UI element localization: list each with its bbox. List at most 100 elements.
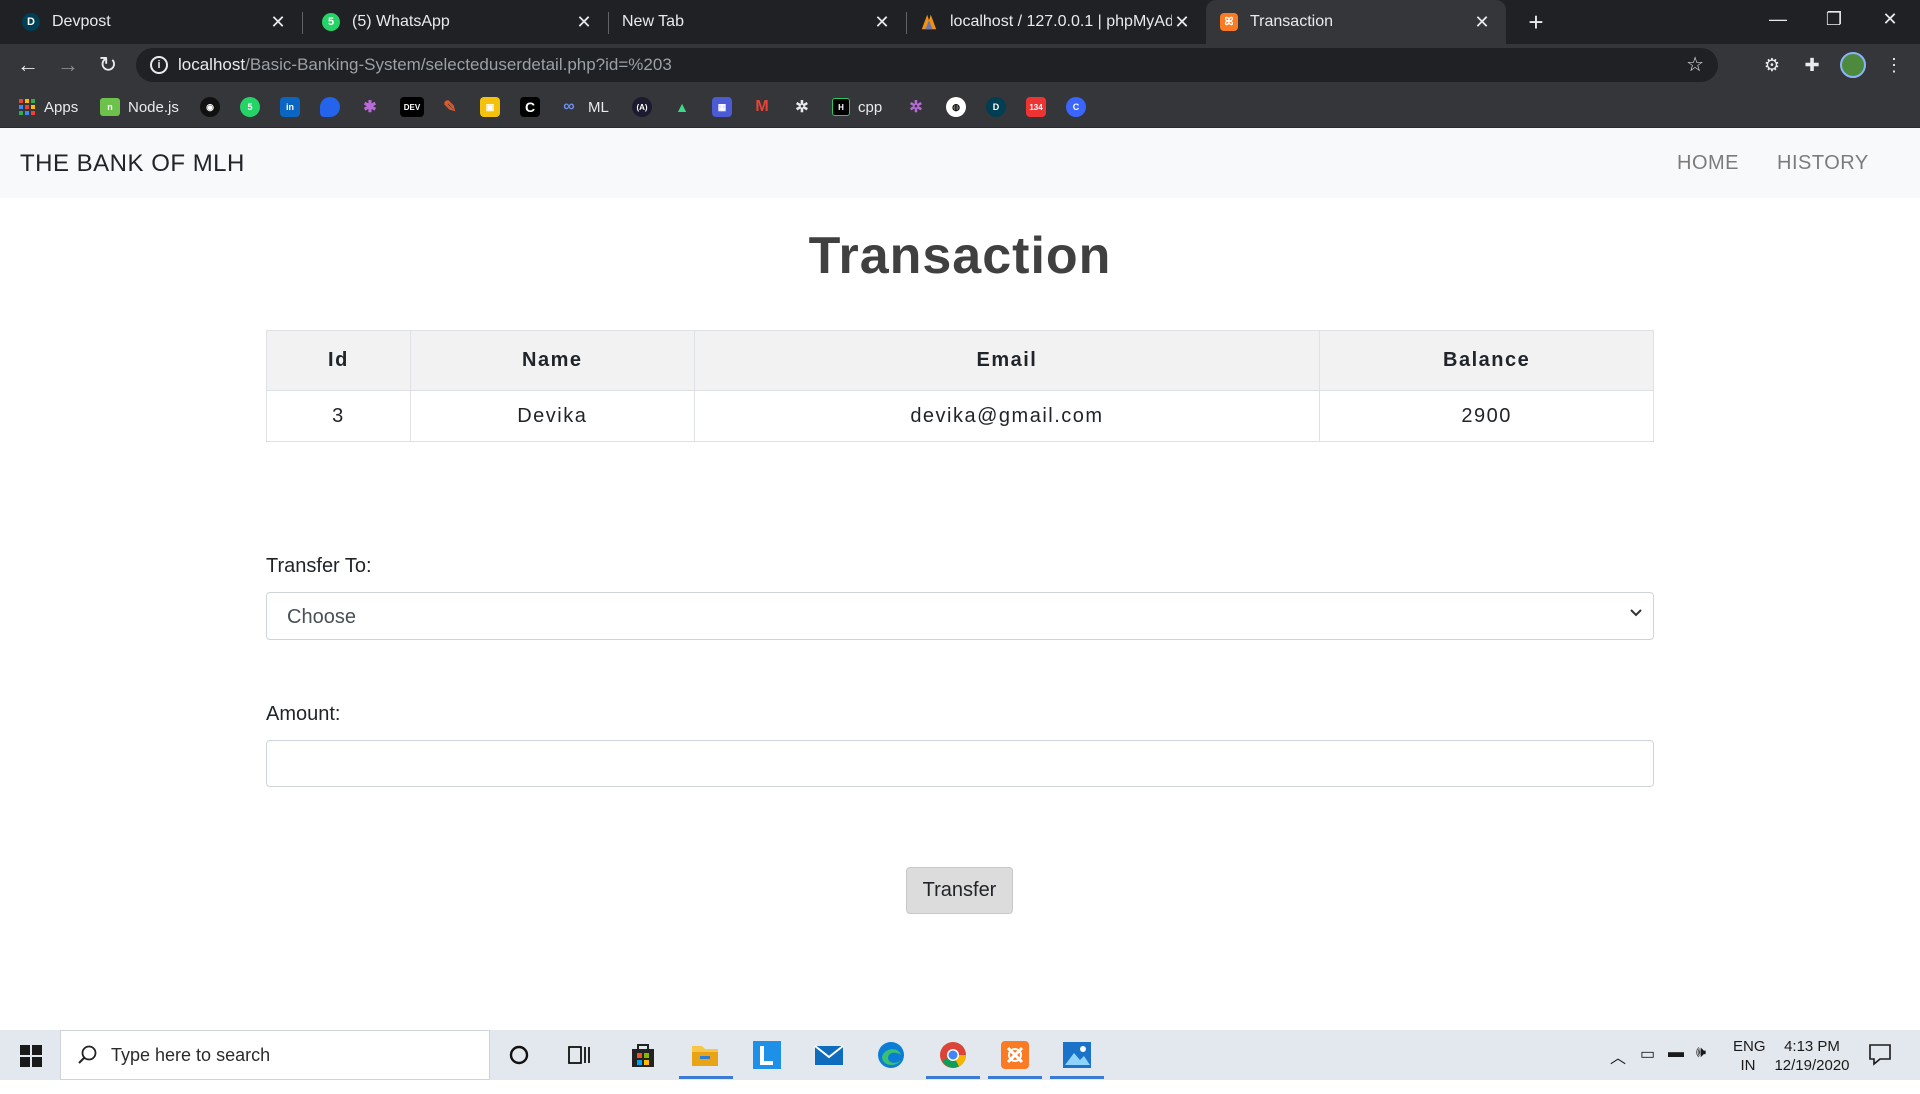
reload-icon[interactable]: ↻ [94, 51, 122, 79]
tab-title: (5) WhatsApp [352, 13, 450, 30]
edge-icon[interactable] [874, 1038, 908, 1072]
dev-to-icon[interactable]: DEV [400, 97, 424, 117]
close-icon[interactable]: ✕ [268, 12, 288, 33]
slack-icon[interactable]: ✲ [792, 97, 812, 117]
mail-icon[interactable] [812, 1038, 846, 1072]
bookmark-label: ML [588, 98, 609, 116]
close-icon[interactable]: ✕ [1172, 12, 1192, 33]
battery-icon[interactable]: ▬ [1668, 1044, 1684, 1094]
site-info-icon[interactable]: i [150, 56, 168, 74]
search-icon [78, 1045, 97, 1064]
taskbar-search-box[interactable]: Type here to search [60, 1030, 490, 1080]
forward-arrow-icon[interactable]: → [54, 51, 82, 79]
notification-134-icon[interactable]: 134 [1026, 97, 1046, 117]
bookmark-label: cpp [858, 98, 883, 116]
l-app-icon[interactable] [750, 1038, 784, 1072]
slides-icon[interactable]: ▣ [480, 97, 500, 117]
lang-line-2: IN [1740, 1057, 1756, 1074]
url-text[interactable]: localhost/Basic-Banking-System/selectedu… [178, 55, 672, 75]
new-tab-button[interactable]: + [1520, 6, 1552, 38]
c-circle-icon[interactable]: C [1066, 97, 1086, 117]
angular-icon[interactable]: (A) [632, 97, 652, 117]
cortana-icon[interactable] [502, 1038, 536, 1072]
site-navbar: THE BANK OF MLH HOME HISTORY [0, 128, 1920, 198]
devpost-icon[interactable]: D [986, 97, 1006, 117]
chrome-icon[interactable] [936, 1038, 970, 1072]
kebab-menu-icon[interactable]: ⋮ [1882, 53, 1906, 77]
meet-now-icon[interactable]: ▭ [1640, 1044, 1655, 1094]
brand-logo-text[interactable]: THE BANK OF MLH [20, 150, 245, 178]
tab-title: Devpost [52, 13, 111, 30]
xampp-icon: ꕤ [1220, 13, 1238, 31]
transfer-button[interactable]: Transfer [906, 867, 1013, 914]
slack-purple-icon[interactable]: ✲ [906, 97, 926, 117]
close-window-icon[interactable]: ✕ [1862, 0, 1918, 40]
url-host: localhost [178, 55, 246, 74]
file-explorer-icon[interactable] [688, 1038, 722, 1072]
devpost-icon: D [22, 13, 40, 31]
bookmark-ml[interactable]: ∞ ML [558, 97, 609, 117]
bookmark-apps[interactable]: Apps [18, 97, 78, 117]
tab-devpost[interactable]: D Devpost ✕ [0, 0, 302, 44]
tab-transaction[interactable]: ꕤ Transaction ✕ [1206, 0, 1506, 44]
apps-grid-icon [18, 98, 36, 116]
show-hidden-icons-chevron-icon[interactable]: ︿ [1610, 1044, 1626, 1094]
puzzle-extensions-icon[interactable]: ✚ [1800, 53, 1824, 77]
profile-avatar[interactable] [1840, 52, 1866, 78]
tab-title: Transaction [1250, 13, 1333, 30]
tab-whatsapp[interactable]: 5 (5) WhatsApp ✕ [302, 0, 608, 44]
gmail-icon[interactable]: M [752, 97, 772, 117]
active-app-indicator [679, 1076, 733, 1079]
nav-history-link[interactable]: HISTORY [1777, 152, 1869, 175]
pen-icon[interactable]: ✎ [440, 97, 460, 117]
table-header-row: Id Name Email Balance [266, 330, 1654, 391]
column-header-name: Name [409, 330, 695, 391]
bookmark-cpp[interactable]: H cpp [832, 97, 882, 117]
bookmarks-bar: Apps n Node.js ◉ 5 in ✱ DEV ✎ ▣ C ∞ ML (… [0, 86, 1920, 128]
transfer-to-select[interactable]: Choose [266, 592, 1654, 640]
hackerrank-icon: H [832, 98, 850, 116]
close-icon[interactable]: ✕ [1472, 12, 1492, 33]
close-icon[interactable]: ✕ [872, 12, 892, 33]
search-placeholder: Type here to search [111, 1045, 271, 1065]
browser-toolbar: ← → ↻ i localhost/Basic-Banking-System/s… [0, 44, 1920, 86]
nav-home-link[interactable]: HOME [1677, 152, 1739, 175]
calendar-icon[interactable]: ▦ [712, 97, 732, 117]
close-icon[interactable]: ✕ [574, 12, 594, 33]
column-header-id: Id [266, 330, 411, 391]
url-path: /Basic-Banking-System/selecteduserdetail… [245, 55, 672, 74]
store-icon[interactable] [626, 1038, 660, 1072]
restore-icon[interactable]: ❐ [1806, 0, 1862, 40]
back-arrow-icon[interactable]: ← [14, 51, 42, 79]
globe-icon[interactable]: ◍ [946, 97, 966, 117]
transfer-to-label: Transfer To: [266, 555, 372, 577]
whatsapp-icon[interactable]: 5 [240, 97, 260, 117]
tab-phpmyadmin[interactable]: localhost / 127.0.0.1 | phpMyAdmin ✕ [906, 0, 1206, 44]
amount-input[interactable] [266, 740, 1654, 787]
speaker-icon[interactable]: 🕪 [1696, 1044, 1706, 1094]
amount-label: Amount: [266, 703, 341, 725]
settings-extension-icon[interactable]: ⚙ [1760, 53, 1784, 77]
windows-taskbar: Type here to search ︿ ▭ ▬ 🕪 ENG IN 4:13 … [0, 1030, 1920, 1080]
codechef-icon[interactable]: C [520, 97, 540, 117]
address-bar[interactable]: i localhost/Basic-Banking-System/selecte… [136, 48, 1718, 82]
bookmark-nodejs[interactable]: n Node.js [100, 97, 179, 117]
nodejs-icon: n [100, 98, 120, 116]
table-row: 3 Devika devika@gmail.com 2900 [266, 390, 1654, 442]
photos-icon[interactable] [1060, 1038, 1094, 1072]
windows-start-icon[interactable] [20, 1045, 42, 1067]
linkedin-icon[interactable]: in [280, 97, 300, 117]
tab-title: localhost / 127.0.0.1 | phpMyAdmin [950, 13, 1172, 30]
bookmark-star-icon[interactable]: ☆ [1686, 52, 1704, 77]
notification-center-icon[interactable] [1868, 1042, 1892, 1092]
minimize-icon[interactable]: — [1750, 0, 1806, 40]
tab-new-tab[interactable]: New Tab ✕ [608, 0, 906, 44]
github-icon[interactable]: ◉ [200, 97, 220, 117]
android-icon[interactable]: ▲ [672, 97, 692, 117]
feather-icon[interactable]: ✱ [360, 97, 380, 117]
xampp-icon[interactable] [998, 1038, 1032, 1072]
bookmark-blue-icon[interactable] [320, 97, 340, 117]
active-app-indicator [988, 1076, 1042, 1079]
task-view-icon[interactable] [562, 1038, 596, 1072]
column-header-balance: Balance [1319, 330, 1654, 391]
